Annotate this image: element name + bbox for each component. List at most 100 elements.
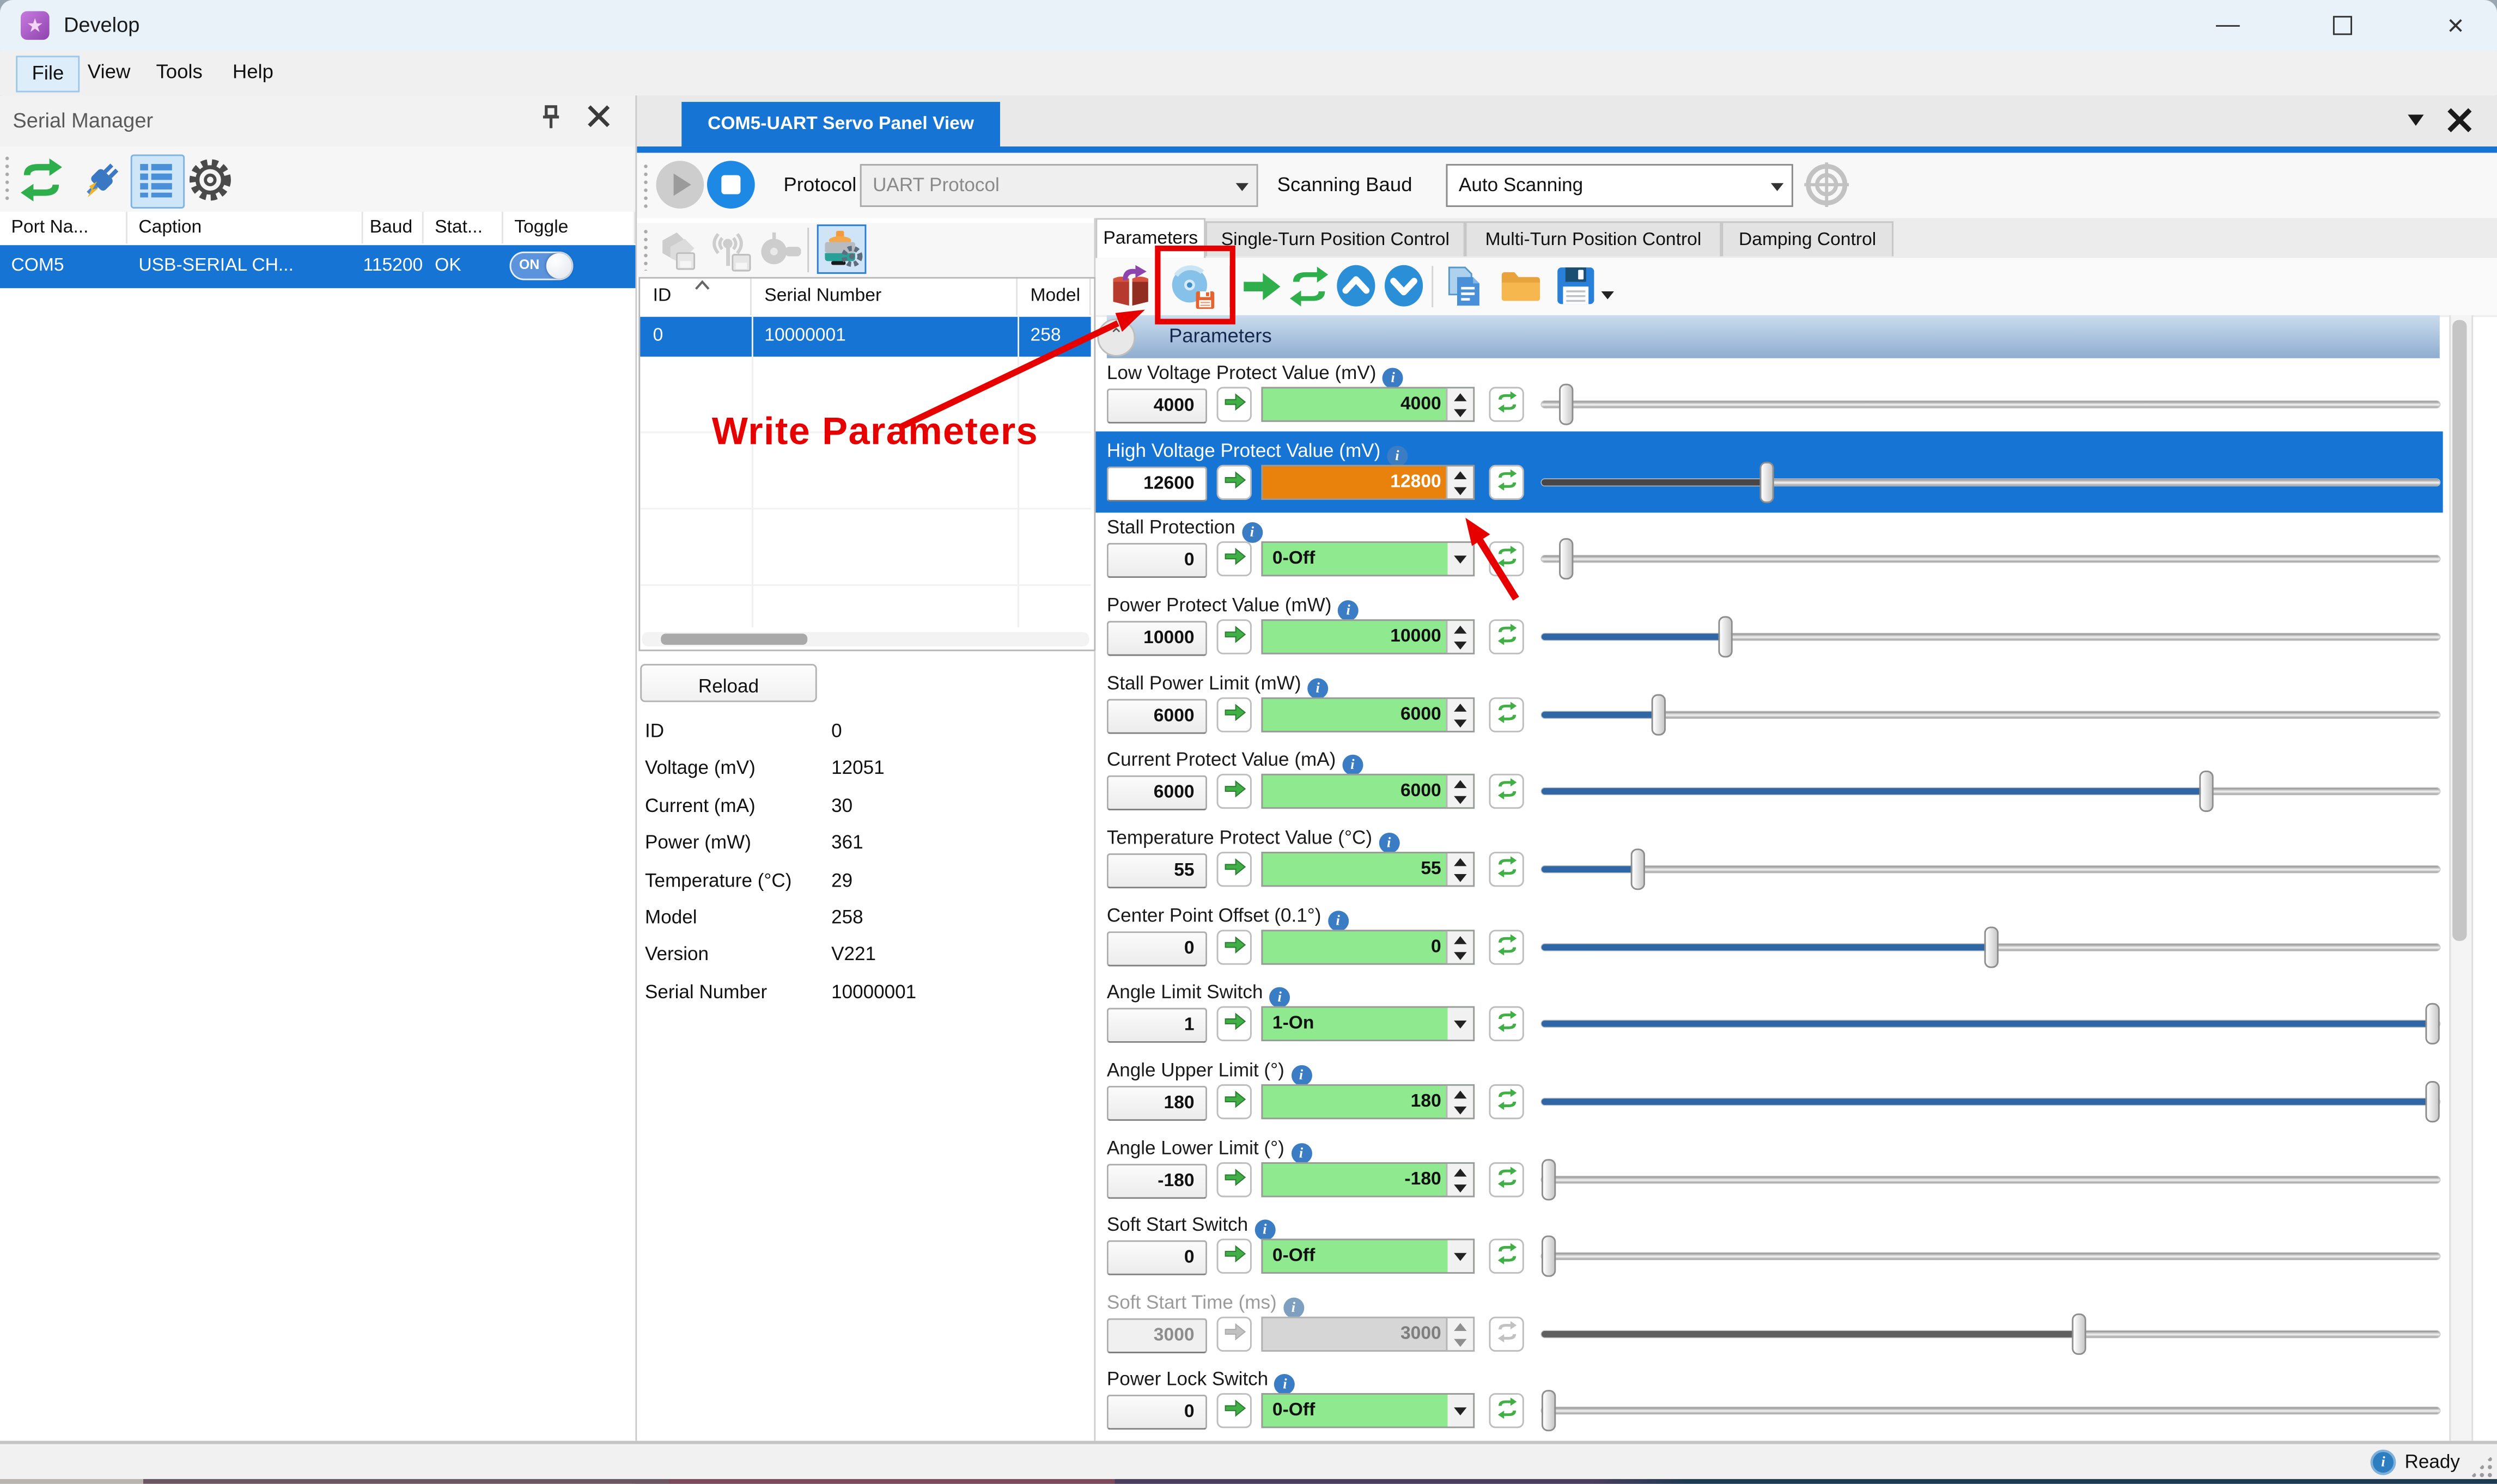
copy-parameters-button[interactable] xyxy=(1443,264,1488,309)
slider-handle[interactable] xyxy=(1542,1159,1556,1200)
servo-table-row[interactable]: 010000001258 xyxy=(640,317,1091,357)
spin-buttons[interactable] xyxy=(1446,1164,1473,1195)
menu-item-file[interactable]: File xyxy=(16,56,80,92)
combo-dropdown-icon[interactable] xyxy=(1447,1008,1473,1040)
tab-servo-panel-view[interactable]: COM5-UART Servo Panel View xyxy=(681,102,1000,146)
param-value-spinbox[interactable]: 12800 xyxy=(1261,465,1475,500)
spin-buttons[interactable] xyxy=(1446,931,1473,963)
vscrollbar-thumb[interactable] xyxy=(2452,320,2466,941)
param-value-spinbox[interactable]: 10000 xyxy=(1261,619,1475,654)
spin-down-icon[interactable] xyxy=(1447,1102,1473,1117)
spin-up-icon[interactable] xyxy=(1447,931,1473,947)
serial-table-row[interactable]: COM5USB-SERIAL CH...115200OKON xyxy=(0,245,635,288)
serial-col-header[interactable]: Port Na... xyxy=(0,212,127,243)
param-slider[interactable] xyxy=(1542,1081,2440,1122)
servo-col-header[interactable]: Model xyxy=(1018,279,1091,315)
apply-arrow-button[interactable] xyxy=(1217,852,1252,887)
param-value-combobox[interactable]: 0-Off xyxy=(1261,541,1475,576)
param-value-spinbox[interactable]: 4000 xyxy=(1261,387,1475,422)
spin-up-icon[interactable] xyxy=(1447,775,1473,791)
spin-up-icon[interactable] xyxy=(1447,1086,1473,1102)
sync-button[interactable] xyxy=(1489,465,1524,500)
menu-item-help[interactable]: Help xyxy=(218,56,288,89)
pin-icon[interactable] xyxy=(532,103,570,138)
slider-handle[interactable] xyxy=(2425,1003,2439,1045)
param-slider[interactable] xyxy=(1542,1390,2440,1431)
sync-button[interactable] xyxy=(1489,852,1524,887)
spin-down-icon[interactable] xyxy=(1447,1180,1473,1195)
sync-button[interactable] xyxy=(1489,541,1524,576)
apply-arrow-button[interactable] xyxy=(1217,541,1252,576)
move-down-button[interactable] xyxy=(1383,264,1427,309)
spin-buttons[interactable] xyxy=(1446,1086,1473,1117)
param-slider[interactable] xyxy=(1542,616,2440,657)
slider-handle[interactable] xyxy=(1652,694,1666,736)
sync-button[interactable] xyxy=(1489,1084,1524,1119)
spin-up-icon[interactable] xyxy=(1447,853,1473,869)
apply-arrow-button[interactable] xyxy=(1217,1084,1252,1119)
spin-down-icon[interactable] xyxy=(1447,869,1473,885)
port-list-button[interactable] xyxy=(131,155,185,209)
combo-dropdown-icon[interactable] xyxy=(1447,1395,1473,1426)
scanning-baud-dropdown[interactable]: Auto Scanning xyxy=(1446,164,1793,207)
slider-handle[interactable] xyxy=(1630,848,1644,890)
spin-up-icon[interactable] xyxy=(1447,621,1473,637)
tab-list-dropdown-icon[interactable] xyxy=(2397,107,2435,138)
sync-values-button[interactable] xyxy=(1287,264,1331,309)
slider-handle[interactable] xyxy=(1542,1236,1556,1277)
param-slider[interactable] xyxy=(1542,538,2440,579)
sync-button[interactable] xyxy=(1489,930,1524,964)
param-value-spinbox[interactable]: -180 xyxy=(1261,1162,1475,1197)
slider-handle[interactable] xyxy=(2425,1081,2439,1122)
sync-button[interactable] xyxy=(1489,387,1524,422)
connect-button[interactable] xyxy=(76,155,127,206)
stop-scan-button[interactable] xyxy=(707,161,755,209)
maximize-button[interactable] xyxy=(2306,0,2379,51)
serial-settings-button[interactable] xyxy=(185,155,236,206)
spin-buttons[interactable] xyxy=(1446,775,1473,807)
serial-col-header[interactable]: Stat... xyxy=(424,212,503,243)
param-value-spinbox[interactable]: 180 xyxy=(1261,1084,1475,1119)
parameters-vscrollbar[interactable] xyxy=(2449,315,2473,1441)
tab-damping-control[interactable]: Damping Control xyxy=(1721,221,1893,256)
apply-arrow-button[interactable] xyxy=(1217,774,1252,809)
param-slider[interactable] xyxy=(1542,771,2440,812)
save-parameters-button[interactable] xyxy=(1554,264,1599,309)
spin-down-icon[interactable] xyxy=(1447,715,1473,731)
tab-parameters[interactable]: Parameters xyxy=(1095,218,1205,258)
apply-arrow-button[interactable] xyxy=(1217,619,1252,654)
spin-down-icon[interactable] xyxy=(1447,791,1473,807)
param-slider[interactable] xyxy=(1542,462,2440,503)
spin-down-icon[interactable] xyxy=(1447,483,1473,498)
spin-down-icon[interactable] xyxy=(1447,1334,1473,1350)
sync-button[interactable] xyxy=(1489,1006,1524,1041)
slider-handle[interactable] xyxy=(1718,616,1732,657)
apply-arrow-button[interactable] xyxy=(1217,697,1252,732)
collapse-group-icon[interactable]: ⌃ xyxy=(1097,319,1135,357)
apply-arrow-button[interactable] xyxy=(1217,1238,1252,1273)
menu-item-view[interactable]: View xyxy=(73,56,144,89)
slider-handle[interactable] xyxy=(1559,538,1573,579)
slider-handle[interactable] xyxy=(1759,462,1773,503)
serial-col-header[interactable]: Toggle xyxy=(503,212,636,243)
apply-arrow-button[interactable] xyxy=(1217,387,1252,422)
param-value-combobox[interactable]: 0-Off xyxy=(1261,1393,1475,1428)
sync-button[interactable] xyxy=(1489,774,1524,809)
reload-button[interactable]: Reload xyxy=(640,664,817,702)
param-slider[interactable] xyxy=(1542,1236,2440,1277)
combo-dropdown-icon[interactable] xyxy=(1447,543,1473,575)
menu-item-tools[interactable]: Tools xyxy=(142,56,217,89)
write-parameters-button[interactable] xyxy=(1169,264,1214,309)
serial-col-header[interactable]: Baud xyxy=(363,212,424,243)
spin-up-icon[interactable] xyxy=(1447,1318,1473,1334)
param-value-combobox[interactable]: 1-On xyxy=(1261,1006,1475,1041)
resize-grip[interactable] xyxy=(2470,1455,2492,1477)
param-slider[interactable] xyxy=(1542,1003,2440,1045)
servo-table-hscrollbar[interactable] xyxy=(642,632,1089,646)
sync-button[interactable] xyxy=(1489,1162,1524,1197)
move-up-button[interactable] xyxy=(1335,264,1379,309)
spin-buttons[interactable] xyxy=(1446,699,1473,730)
serial-col-header[interactable]: Caption xyxy=(127,212,363,243)
spin-down-icon[interactable] xyxy=(1447,947,1473,963)
param-slider[interactable] xyxy=(1542,384,2440,425)
